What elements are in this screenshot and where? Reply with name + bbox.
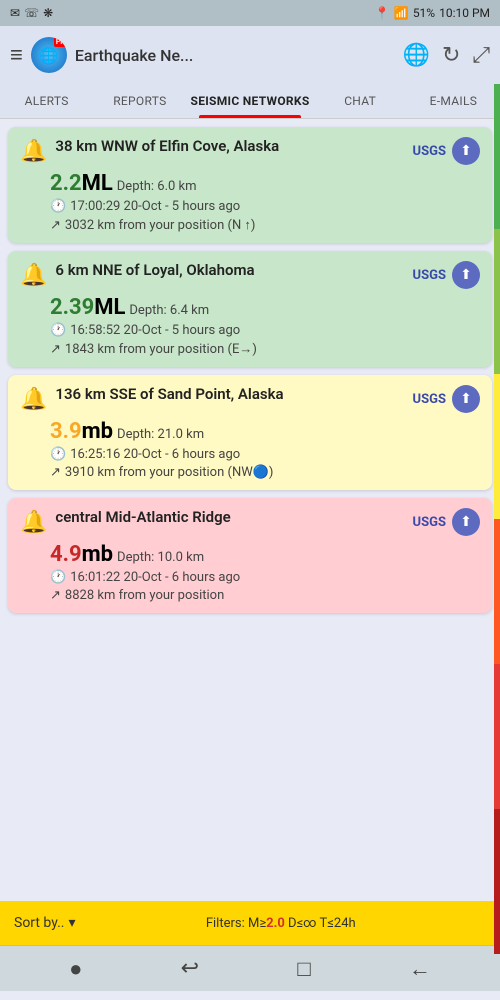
source-badge-1: USGS: [413, 144, 446, 159]
eq-magtype-2: ML: [94, 295, 125, 320]
sort-by-label: Sort by..: [14, 915, 65, 931]
top-bar-actions: 🌐 ↻ ⤢: [403, 43, 490, 68]
battery-level: 51%: [413, 6, 435, 20]
stripe-light-green: [494, 229, 500, 374]
tab-bar: ALERTS REPORTS SEISMIC NETWORKS CHAT E-M…: [0, 84, 500, 119]
eq-distance-2: 1843 km from your position (E→): [65, 341, 257, 357]
sort-by-control[interactable]: Sort by.. ▾: [14, 915, 76, 931]
filter-info: Filters: M≥2.0 D≤∞ T≤24h: [76, 916, 486, 931]
share-button-3[interactable]: ⬆: [452, 385, 480, 413]
mail-icon: ✉: [10, 6, 20, 20]
stripe-green: [494, 84, 500, 229]
clock-icon-2: 🕐: [50, 323, 66, 338]
distance-icon-2: ↗: [50, 342, 61, 357]
source-badge-4: USGS: [413, 515, 446, 530]
source-badge-2: USGS: [413, 268, 446, 283]
earthquake-icon-2: 🔔: [20, 263, 47, 288]
stripe-orange: [494, 519, 500, 664]
stripe-yellow: [494, 374, 500, 519]
wifi-icon: 📶: [394, 6, 409, 20]
share-button-2[interactable]: ⬆: [452, 261, 480, 289]
eq-time-4: 16:01:22 20-Oct - 6 hours ago: [70, 570, 240, 585]
clock-icon-4: 🕐: [50, 570, 66, 585]
earthquake-icon-4: 🔔: [20, 510, 47, 535]
eq-magnitude-2: 2.39: [50, 295, 94, 320]
eq-title-1: 38 km WNW of Elfin Cove, Alaska: [55, 137, 279, 157]
eq-distance-1: 3032 km from your position (N ↑): [65, 217, 256, 233]
eq-title-4: central Mid-Atlantic Ridge: [55, 508, 230, 528]
phone-icon: ☏: [24, 6, 39, 20]
clock-icon-3: 🕐: [50, 447, 66, 462]
stripe-red: [494, 664, 500, 809]
status-left: ✉ ☏ ❋: [10, 6, 53, 20]
overview-nav-button[interactable]: □: [297, 956, 310, 982]
eq-time-3: 16:25:16 20-Oct - 6 hours ago: [70, 447, 240, 462]
filter-distance: D≤∞: [288, 916, 317, 931]
distance-icon-1: ↗: [50, 218, 61, 233]
home-nav-button[interactable]: ●: [69, 956, 82, 982]
filter-magnitude: 2.0: [266, 916, 285, 931]
eq-depth-label-3: Depth:: [117, 427, 158, 442]
eq-title-3: 136 km SSE of Sand Point, Alaska: [55, 385, 283, 405]
eq-magtype-4: mb: [82, 542, 113, 567]
tab-seismic-networks[interactable]: SEISMIC NETWORKS: [187, 84, 314, 118]
eq-depth-label-4: Depth:: [117, 550, 158, 565]
tab-reports[interactable]: REPORTS: [93, 84, 186, 118]
pro-badge: Pro: [54, 37, 67, 47]
tab-chat[interactable]: CHAT: [314, 84, 407, 118]
clock-icon-1: 🕐: [50, 199, 66, 214]
status-bar: ✉ ☏ ❋ 📍 📶 51% 10:10 PM: [0, 0, 500, 26]
eq-distance-3: 3910 km from your position (NW🔵): [65, 465, 274, 480]
right-stripe: [494, 84, 500, 954]
eq-title-2: 6 km NNE of Loyal, Oklahoma: [55, 261, 254, 281]
location-icon: 📍: [375, 6, 390, 20]
earthquake-list: 🔔 38 km WNW of Elfin Cove, Alaska USGS ⬆…: [0, 119, 500, 901]
earthquake-icon-1: 🔔: [20, 139, 47, 164]
filter-prefix: Filters: M≥: [206, 916, 266, 931]
earthquake-card-4[interactable]: 🔔 central Mid-Atlantic Ridge USGS ⬆ 4.9m…: [8, 498, 492, 613]
sort-dropdown-icon: ▾: [69, 915, 76, 931]
eq-magnitude-3: 3.9: [50, 419, 82, 444]
earthquake-card-3[interactable]: 🔔 136 km SSE of Sand Point, Alaska USGS …: [8, 375, 492, 490]
share-button-1[interactable]: ⬆: [452, 137, 480, 165]
top-bar: ≡ 🌐 Pro Earthquake Ne... 🌐 ↻ ⤢: [0, 26, 500, 84]
eq-magnitude-4: 4.9: [50, 542, 82, 567]
app-logo: 🌐 Pro: [31, 37, 67, 73]
eq-magnitude-1: 2.2: [50, 171, 82, 196]
app-title: Earthquake Ne...: [75, 46, 395, 65]
eq-depth-label-2: Depth:: [129, 303, 170, 318]
filter-bar: Sort by.. ▾ Filters: M≥2.0 D≤∞ T≤24h: [0, 901, 500, 945]
expand-icon[interactable]: ⤢: [472, 43, 490, 68]
eq-magtype-1: ML: [82, 171, 113, 196]
share-button-4[interactable]: ⬆: [452, 508, 480, 536]
back-nav-button[interactable]: ←: [409, 956, 431, 982]
eq-depth-value-3: 21.0 km: [158, 427, 205, 442]
tab-alerts[interactable]: ALERTS: [0, 84, 93, 118]
globe-icon[interactable]: 🌐: [403, 43, 430, 68]
tab-emails[interactable]: E-MAILS: [407, 84, 500, 118]
eq-magtype-3: mb: [82, 419, 113, 444]
earthquake-card-1[interactable]: 🔔 38 km WNW of Elfin Cove, Alaska USGS ⬆…: [8, 127, 492, 243]
eq-time-2: 16:58:52 20-Oct - 5 hours ago: [70, 323, 240, 338]
earthquake-icon-3: 🔔: [20, 387, 47, 412]
eq-distance-4: 8828 km from your position: [65, 588, 224, 603]
distance-icon-3: ↗: [50, 465, 61, 480]
eq-depth-value-2: 6.4 km: [170, 303, 209, 318]
nav-bar: ● ↩ □ ←: [0, 945, 500, 991]
refresh-icon[interactable]: ↻: [442, 43, 460, 68]
source-badge-3: USGS: [413, 392, 446, 407]
eq-depth-label-1: Depth:: [117, 179, 158, 194]
eq-time-1: 17:00:29 20-Oct - 5 hours ago: [70, 199, 240, 214]
recents-nav-button[interactable]: ↩: [181, 956, 199, 981]
clock-time: 10:10 PM: [439, 6, 490, 20]
eq-depth-value-1: 6.0 km: [157, 179, 196, 194]
distance-icon-4: ↗: [50, 588, 61, 603]
menu-icon[interactable]: ≡: [10, 42, 23, 68]
signal-icon: ❋: [43, 6, 53, 20]
eq-depth-value-4: 10.0 km: [158, 550, 205, 565]
earthquake-card-2[interactable]: 🔔 6 km NNE of Loyal, Oklahoma USGS ⬆ 2.3…: [8, 251, 492, 367]
stripe-dark-red: [494, 809, 500, 954]
status-right: 📍 📶 51% 10:10 PM: [375, 6, 490, 20]
filter-time: T≤24h: [320, 916, 356, 931]
